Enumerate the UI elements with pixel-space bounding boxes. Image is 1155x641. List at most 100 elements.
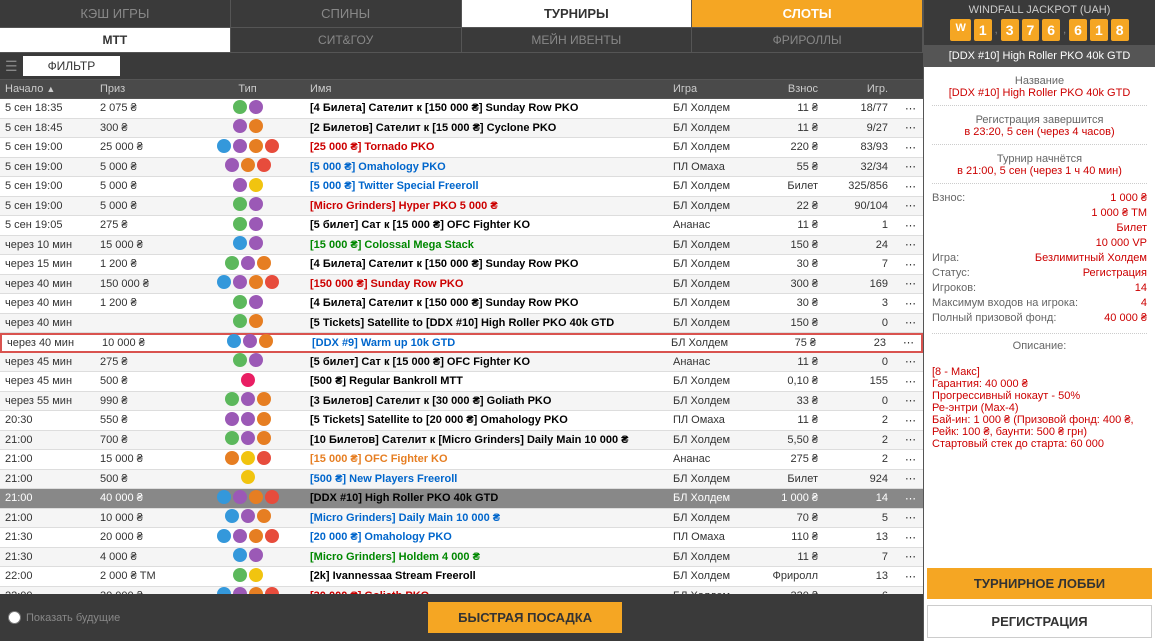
detail-panel: WINDFALL JACKPOT (UAH) W1,376,618 [DDX #… <box>923 0 1155 641</box>
row-menu-icon[interactable]: ⋯ <box>898 394 923 407</box>
tab-tournaments[interactable]: ТУРНИРЫ <box>462 0 693 27</box>
subtab-mtt[interactable]: MTT <box>0 28 231 52</box>
row-menu-icon[interactable]: ⋯ <box>898 199 923 212</box>
tournament-row[interactable]: через 40 мин [5 Tickets] Satellite to [D… <box>0 314 923 334</box>
row-menu-icon[interactable]: ⋯ <box>898 355 923 368</box>
row-menu-icon[interactable]: ⋯ <box>898 102 923 115</box>
type-icon <box>241 431 255 445</box>
tournament-row[interactable]: 5 сен 19:00 5 000 ₴ [Micro Grinders] Hyp… <box>0 197 923 217</box>
header-start[interactable]: Начало ▲ <box>0 83 90 95</box>
tournament-list: 5 сен 18:35 2 075 ₴ [4 Билета] Сателит к… <box>0 99 923 594</box>
row-menu-icon[interactable]: ⋯ <box>898 297 923 310</box>
tournament-row[interactable]: 22:00 2 000 ₴ ТМ [2k] Ivannessaa Stream … <box>0 567 923 587</box>
type-icon <box>225 412 239 426</box>
tournament-row[interactable]: через 15 мин 1 200 ₴ [4 Билета] Сателит … <box>0 255 923 275</box>
tab-spins[interactable]: СПИНЫ <box>231 0 462 27</box>
tournament-row[interactable]: 21:30 20 000 ₴ [20 000 ₴] Omahology PKO … <box>0 528 923 548</box>
panel-header: [DDX #10] High Roller PKO 40k GTD <box>924 45 1155 67</box>
tournament-row[interactable]: через 40 мин 150 000 ₴ [150 000 ₴] Sunda… <box>0 275 923 295</box>
row-menu-icon[interactable]: ⋯ <box>898 453 923 466</box>
header-name[interactable]: Имя <box>305 83 673 95</box>
tournament-row[interactable]: 5 сен 19:05 275 ₴ [5 билет] Сат к [15 00… <box>0 216 923 236</box>
tournament-row[interactable]: через 40 мин 1 200 ₴ [4 Билета] Сателит … <box>0 294 923 314</box>
tab-cash[interactable]: КЭШ ИГРЫ <box>0 0 231 27</box>
type-icon <box>249 490 263 504</box>
sub-tabs: MTT СИТ&ГОУ МЕЙН ИВЕНТЫ ФРИРОЛЛЫ <box>0 28 923 53</box>
type-icon <box>233 314 247 328</box>
row-menu-icon[interactable]: ⋯ <box>898 570 923 583</box>
type-icon <box>257 451 271 465</box>
type-icon <box>265 490 279 504</box>
fast-seat-button[interactable]: БЫСТРАЯ ПОСАДКА <box>428 602 622 633</box>
type-icon <box>233 587 247 594</box>
row-menu-icon[interactable]: ⋯ <box>898 160 923 173</box>
type-icon <box>243 334 257 348</box>
subtab-sitgo[interactable]: СИТ&ГОУ <box>231 28 462 52</box>
row-menu-icon[interactable]: ⋯ <box>898 511 923 524</box>
type-icon <box>217 529 231 543</box>
header-prize[interactable]: Приз <box>90 83 190 95</box>
subtab-free[interactable]: ФРИРОЛЛЫ <box>692 28 923 52</box>
type-icon <box>217 490 231 504</box>
register-button[interactable]: РЕГИСТРАЦИЯ <box>927 605 1152 638</box>
tab-slots[interactable]: СЛОТЫ <box>692 0 923 27</box>
show-future-checkbox[interactable]: Показать будущие <box>8 611 120 624</box>
tournament-row[interactable]: 5 сен 18:45 300 ₴ [2 Билетов] Сателит к … <box>0 119 923 139</box>
jackpot-digit: 1 <box>1090 19 1108 41</box>
type-icon <box>249 275 263 289</box>
tournament-row[interactable]: через 45 мин 500 ₴ [500 ₴] Regular Bankr… <box>0 372 923 392</box>
tournament-row[interactable]: 5 сен 18:35 2 075 ₴ [4 Билета] Сателит к… <box>0 99 923 119</box>
row-menu-icon[interactable]: ⋯ <box>898 550 923 563</box>
menu-icon[interactable]: ☰ <box>5 58 18 75</box>
tournament-row[interactable]: 21:00 15 000 ₴ [15 000 ₴] OFC Fighter KO… <box>0 450 923 470</box>
lobby-button[interactable]: ТУРНИРНОЕ ЛОББИ <box>927 568 1152 599</box>
tournament-row[interactable]: 5 сен 19:00 25 000 ₴ [25 000 ₴] Tornado … <box>0 138 923 158</box>
tournament-row[interactable]: 21:00 10 000 ₴ [Micro Grinders] Daily Ma… <box>0 509 923 529</box>
row-menu-icon[interactable]: ⋯ <box>898 141 923 154</box>
tournament-row[interactable]: 20:30 550 ₴ [5 Tickets] Satellite to [20… <box>0 411 923 431</box>
tournament-row[interactable]: через 55 мин 990 ₴ [3 Билетов] Сателит к… <box>0 392 923 412</box>
type-icon <box>233 119 247 133</box>
type-icon <box>241 412 255 426</box>
row-menu-icon[interactable]: ⋯ <box>898 258 923 271</box>
row-menu-icon[interactable]: ⋯ <box>898 433 923 446</box>
header-type[interactable]: Тип <box>190 83 305 95</box>
tournament-row[interactable]: 21:30 4 000 ₴ [Micro Grinders] Holdem 4 … <box>0 548 923 568</box>
type-icon <box>233 197 247 211</box>
row-menu-icon[interactable]: ⋯ <box>898 277 923 290</box>
row-menu-icon[interactable]: ⋯ <box>898 238 923 251</box>
row-menu-icon[interactable]: ⋯ <box>898 492 923 505</box>
type-icon <box>265 587 279 594</box>
tournament-row[interactable]: 22:00 30 000 ₴ [30 000 ₴] Goliath PKO БЛ… <box>0 587 923 595</box>
row-menu-icon[interactable]: ⋯ <box>898 414 923 427</box>
row-menu-icon[interactable]: ⋯ <box>898 375 923 388</box>
tournament-row[interactable]: 21:00 500 ₴ [500 ₴] New Players Freeroll… <box>0 470 923 490</box>
row-menu-icon[interactable]: ⋯ <box>898 219 923 232</box>
tournament-row[interactable]: через 10 мин 15 000 ₴ [15 000 ₴] Colossa… <box>0 236 923 256</box>
subtab-main[interactable]: МЕЙН ИВЕНТЫ <box>462 28 693 52</box>
header-players[interactable]: Игр. <box>828 83 898 95</box>
row-menu-icon[interactable]: ⋯ <box>898 531 923 544</box>
type-icon <box>225 431 239 445</box>
tournament-row[interactable]: 5 сен 19:00 5 000 ₴ [5 000 ₴] Omahology … <box>0 158 923 178</box>
row-menu-icon[interactable]: ⋯ <box>898 472 923 485</box>
type-icon <box>233 236 247 250</box>
tournament-row[interactable]: 21:00 40 000 ₴ [DDX #10] High Roller PKO… <box>0 489 923 509</box>
row-menu-icon[interactable]: ⋯ <box>896 336 921 349</box>
header-game[interactable]: Игра <box>673 83 758 95</box>
tournament-row[interactable]: через 45 мин 275 ₴ [5 билет] Сат к [15 0… <box>0 353 923 373</box>
type-icon <box>233 529 247 543</box>
type-icon <box>241 392 255 406</box>
type-icon <box>257 158 271 172</box>
header-buyin[interactable]: Взнос <box>758 83 828 95</box>
type-icon <box>257 392 271 406</box>
row-menu-icon[interactable]: ⋯ <box>898 180 923 193</box>
tournament-row[interactable]: через 40 мин 10 000 ₴ [DDX #9] Warm up 1… <box>0 333 923 353</box>
row-menu-icon[interactable]: ⋯ <box>898 316 923 329</box>
tournament-row[interactable]: 21:00 700 ₴ [10 Билетов] Сателит к [Micr… <box>0 431 923 451</box>
tournament-row[interactable]: 5 сен 19:00 5 000 ₴ [5 000 ₴] Twitter Sp… <box>0 177 923 197</box>
type-icon <box>249 139 263 153</box>
row-menu-icon[interactable]: ⋯ <box>898 121 923 134</box>
type-icon <box>233 100 247 114</box>
filter-button[interactable]: ФИЛЬТР <box>23 56 121 76</box>
